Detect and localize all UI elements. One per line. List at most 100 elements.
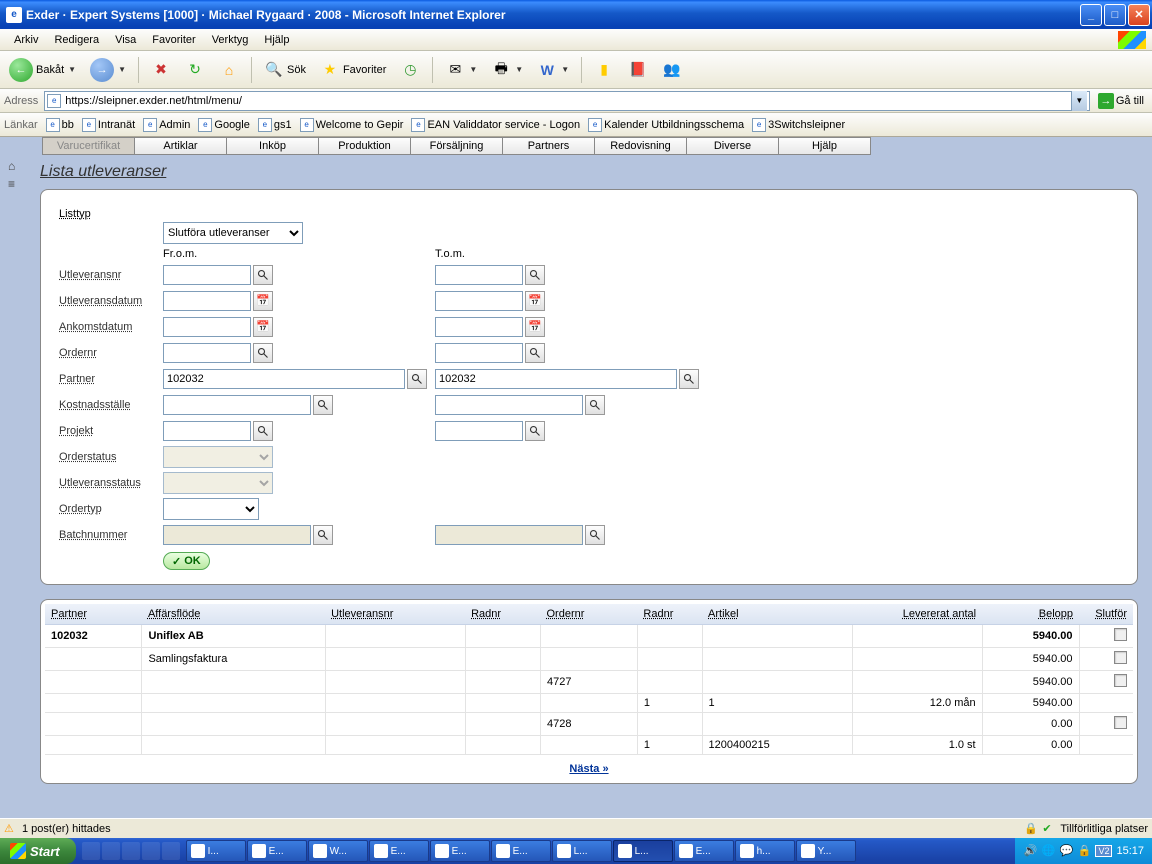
lookup-button[interactable] bbox=[253, 421, 273, 441]
ql-desktop-icon[interactable] bbox=[82, 842, 100, 860]
utleveransdatum-to-input[interactable] bbox=[435, 291, 523, 311]
clock[interactable]: 15:17 bbox=[1116, 845, 1144, 857]
start-button[interactable]: Start bbox=[0, 838, 76, 864]
utleveransdatum-from-input[interactable] bbox=[163, 291, 251, 311]
lookup-button[interactable] bbox=[525, 343, 545, 363]
refresh-button[interactable]: ↻ bbox=[180, 56, 210, 84]
table-row[interactable]: 102032Uniflex AB5940.00 bbox=[45, 625, 1133, 648]
tab-hjalp[interactable]: Hjälp bbox=[778, 137, 871, 155]
batchnummer-from-input[interactable] bbox=[163, 525, 311, 545]
col-radnr2[interactable]: Radnr bbox=[637, 604, 702, 625]
address-dropdown-button[interactable]: ▼ bbox=[1071, 91, 1087, 111]
search-button[interactable]: 🔍Sök bbox=[259, 56, 311, 84]
ordertyp-select[interactable] bbox=[163, 498, 259, 520]
lookup-button[interactable] bbox=[313, 525, 333, 545]
ok-button[interactable]: ✓OK bbox=[163, 552, 210, 570]
col-slutfor[interactable]: Slutför bbox=[1079, 604, 1133, 625]
address-input[interactable] bbox=[65, 95, 1071, 107]
utleveransnr-to-input[interactable] bbox=[435, 265, 523, 285]
research-button[interactable]: 📕 bbox=[623, 56, 653, 84]
menu-hjalp[interactable]: Hjälp bbox=[256, 32, 297, 48]
home-button[interactable]: ⌂ bbox=[214, 56, 244, 84]
col-utleveransnr[interactable]: Utleveransnr bbox=[325, 604, 465, 625]
next-link[interactable]: Nästa » bbox=[45, 755, 1133, 779]
task-item[interactable]: E... bbox=[674, 840, 734, 862]
lookup-button[interactable] bbox=[253, 343, 273, 363]
task-item[interactable]: Y... bbox=[796, 840, 856, 862]
ql-app2-icon[interactable] bbox=[162, 842, 180, 860]
tab-varucertifikat[interactable]: Varucertifikat bbox=[42, 137, 135, 155]
task-item[interactable]: E... bbox=[247, 840, 307, 862]
link-gepir[interactable]: eWelcome to Gepir bbox=[300, 118, 404, 132]
ql-app-icon[interactable] bbox=[142, 842, 160, 860]
task-item[interactable]: E... bbox=[430, 840, 490, 862]
checkbox[interactable] bbox=[1114, 716, 1127, 729]
edit-button[interactable]: W▼ bbox=[532, 56, 574, 84]
tab-artiklar[interactable]: Artiklar bbox=[134, 137, 227, 155]
calendar-button[interactable]: 📅 bbox=[525, 291, 545, 311]
projekt-from-input[interactable] bbox=[163, 421, 251, 441]
messenger-button[interactable]: 👥 bbox=[657, 56, 687, 84]
col-artikel[interactable]: Artikel bbox=[702, 604, 853, 625]
link-gs1[interactable]: egs1 bbox=[258, 118, 292, 132]
table-row[interactable]: 1112.0 mån5940.00 bbox=[45, 694, 1133, 713]
task-item[interactable]: W... bbox=[308, 840, 368, 862]
calendar-button[interactable]: 📅 bbox=[525, 317, 545, 337]
col-affarsflode[interactable]: Affärsflöde bbox=[142, 604, 325, 625]
list-small-icon[interactable]: ≡ bbox=[8, 177, 24, 191]
task-item[interactable]: L... bbox=[552, 840, 612, 862]
lookup-button[interactable] bbox=[585, 525, 605, 545]
calendar-button[interactable]: 📅 bbox=[253, 291, 273, 311]
forward-button[interactable]: → ▼ bbox=[85, 56, 131, 84]
tray-icon[interactable]: 🔊 bbox=[1023, 844, 1037, 858]
checkbox[interactable] bbox=[1114, 674, 1127, 687]
lookup-button[interactable] bbox=[525, 265, 545, 285]
ordernr-to-input[interactable] bbox=[435, 343, 523, 363]
link-admin[interactable]: eAdmin bbox=[143, 118, 190, 132]
link-kalender[interactable]: eKalender Utbildningsschema bbox=[588, 118, 744, 132]
link-intranat[interactable]: eIntranät bbox=[82, 118, 135, 132]
calendar-button[interactable]: 📅 bbox=[253, 317, 273, 337]
kostnad-from-input[interactable] bbox=[163, 395, 311, 415]
tray-icon[interactable]: 🔒 bbox=[1077, 844, 1091, 858]
tab-partners[interactable]: Partners bbox=[502, 137, 595, 155]
partner-to-input[interactable] bbox=[435, 369, 677, 389]
partner-from-input[interactable] bbox=[163, 369, 405, 389]
ql-ie-icon[interactable] bbox=[102, 842, 120, 860]
checkbox[interactable] bbox=[1114, 628, 1127, 641]
task-item[interactable]: E... bbox=[491, 840, 551, 862]
menu-favoriter[interactable]: Favoriter bbox=[144, 32, 203, 48]
tray-icon[interactable]: 🌐 bbox=[1041, 844, 1055, 858]
checkbox[interactable] bbox=[1114, 651, 1127, 664]
tab-inkop[interactable]: Inköp bbox=[226, 137, 319, 155]
projekt-to-input[interactable] bbox=[435, 421, 523, 441]
mail-button[interactable]: ✉▼ bbox=[440, 56, 482, 84]
lookup-button[interactable] bbox=[407, 369, 427, 389]
tray-icon[interactable]: 💬 bbox=[1059, 844, 1073, 858]
col-ordernr[interactable]: Ordernr bbox=[540, 604, 637, 625]
utleveransnr-from-input[interactable] bbox=[163, 265, 251, 285]
tab-redovisning[interactable]: Redovisning bbox=[594, 137, 687, 155]
col-belopp[interactable]: Belopp bbox=[982, 604, 1079, 625]
kostnad-to-input[interactable] bbox=[435, 395, 583, 415]
col-levererat[interactable]: Levererat antal bbox=[853, 604, 982, 625]
task-item[interactable]: L... bbox=[613, 840, 673, 862]
menu-arkiv[interactable]: Arkiv bbox=[6, 32, 46, 48]
table-row[interactable]: Samlingsfaktura5940.00 bbox=[45, 648, 1133, 671]
tab-produktion[interactable]: Produktion bbox=[318, 137, 411, 155]
lookup-button[interactable] bbox=[313, 395, 333, 415]
back-button[interactable]: ← Bakåt ▼ bbox=[4, 56, 81, 84]
table-row[interactable]: 47280.00 bbox=[45, 713, 1133, 736]
ankomstdatum-to-input[interactable] bbox=[435, 317, 523, 337]
menu-visa[interactable]: Visa bbox=[107, 32, 144, 48]
lookup-button[interactable] bbox=[525, 421, 545, 441]
col-partner[interactable]: Partner bbox=[45, 604, 142, 625]
address-input-wrap[interactable]: e ▼ bbox=[44, 91, 1090, 111]
task-item[interactable]: h... bbox=[735, 840, 795, 862]
col-radnr1[interactable]: Radnr bbox=[465, 604, 540, 625]
link-3switch[interactable]: e3Switchsleipner bbox=[752, 118, 845, 132]
maximize-button[interactable]: □ bbox=[1104, 4, 1126, 26]
ordernr-from-input[interactable] bbox=[163, 343, 251, 363]
stop-button[interactable]: ✖ bbox=[146, 56, 176, 84]
folder-button[interactable]: ▮ bbox=[589, 56, 619, 84]
